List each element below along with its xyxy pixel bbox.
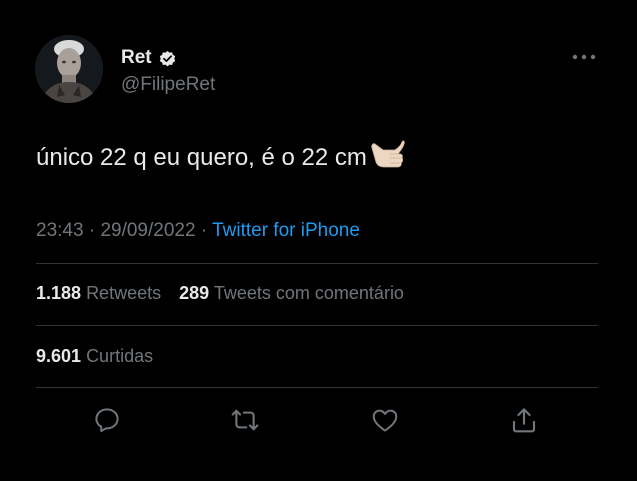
likes-label: Curtidas	[86, 346, 154, 366]
like-button[interactable]	[363, 400, 407, 444]
retweets-count: 1.188	[36, 283, 82, 303]
verified-badge-icon	[158, 49, 177, 68]
retweet-button[interactable]	[223, 400, 267, 444]
retweet-stats-row: 1.188 Retweets 289 Tweets com comentário	[36, 283, 404, 304]
share-button[interactable]	[502, 400, 546, 444]
quotes-stat[interactable]: 289 Tweets com comentário	[179, 283, 404, 303]
quotes-label: Tweets com comentário	[213, 283, 404, 303]
tweet-time[interactable]: 23:43	[36, 220, 84, 241]
call-me-hand-emoji-icon	[369, 139, 405, 173]
tweet-source-link[interactable]: Twitter for iPhone	[212, 220, 360, 241]
share-icon	[509, 405, 539, 440]
avatar[interactable]	[35, 35, 103, 103]
meta-separator: ·	[88, 220, 96, 241]
action-bar	[0, 400, 637, 444]
divider	[36, 387, 598, 388]
reply-button[interactable]	[85, 400, 129, 444]
display-name-row[interactable]: Ret	[121, 46, 177, 70]
display-name[interactable]: Ret	[121, 47, 152, 69]
tweet-date[interactable]: 29/09/2022	[100, 220, 195, 241]
like-icon	[369, 405, 401, 440]
tweet-detail: Ret @FilipeRet único 22 q eu quero, é o …	[0, 0, 637, 481]
quotes-count: 289	[179, 283, 210, 303]
more-options-icon[interactable]	[571, 50, 597, 64]
retweets-label: Retweets	[86, 283, 162, 303]
reply-icon	[92, 405, 122, 440]
retweets-stat[interactable]: 1.188 Retweets	[36, 283, 166, 303]
divider	[36, 325, 598, 326]
avatar-image	[35, 35, 103, 103]
meta-separator: ·	[200, 220, 208, 241]
user-handle[interactable]: @FilipeRet	[121, 74, 215, 96]
tweet-text: único 22 q eu quero, é o 22 cm	[36, 140, 405, 173]
likes-count: 9.601	[36, 346, 82, 366]
likes-stats-row[interactable]: 9.601 Curtidas	[36, 346, 153, 367]
divider	[36, 263, 598, 264]
retweet-icon	[229, 405, 261, 440]
tweet-meta: 23:43 · 29/09/2022 · Twitter for iPhone	[36, 220, 360, 242]
tweet-text-content: único 22 q eu quero, é o 22 cm	[36, 144, 367, 171]
